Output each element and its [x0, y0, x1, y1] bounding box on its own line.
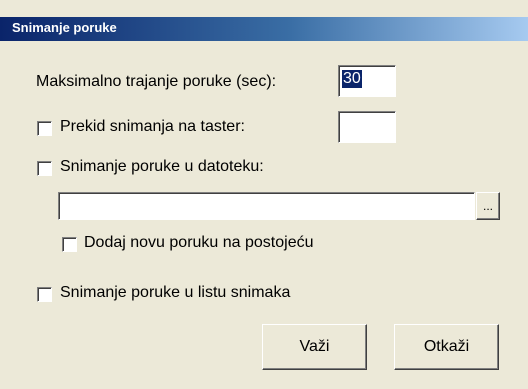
max-duration-value: 30 [342, 70, 362, 88]
interrupt-checkbox[interactable] [37, 121, 52, 136]
file-path-input[interactable] [58, 192, 475, 220]
cancel-button[interactable]: Otkaži [394, 324, 499, 370]
dialog-body: Maksimalno trajanje poruke (sec): 30 Pre… [0, 41, 528, 389]
dialog-window: Snimanje poruke Maksimalno trajanje poru… [0, 0, 528, 389]
title-bar[interactable]: Snimanje poruke [0, 17, 528, 41]
ok-button-label: Važi [299, 338, 330, 355]
max-duration-label: Maksimalno trajanje poruke (sec): [36, 73, 277, 90]
save-to-file-checkbox[interactable] [37, 161, 52, 176]
save-to-list-label: Snimanje poruke u listu snimaka [60, 284, 291, 301]
append-label: Dodaj novu poruku na postojeću [84, 234, 314, 251]
interrupt-label: Prekid snimanja na taster: [60, 118, 245, 135]
save-to-file-label: Snimanje poruke u datoteku: [60, 158, 264, 175]
browse-label: ... [482, 199, 493, 213]
ok-button[interactable]: Važi [262, 324, 367, 370]
max-duration-input[interactable]: 30 [338, 65, 396, 97]
save-to-list-checkbox[interactable] [37, 287, 52, 302]
cancel-button-label: Otkaži [423, 338, 470, 355]
browse-button[interactable]: ... [476, 192, 500, 220]
window-title: Snimanje poruke [12, 20, 117, 35]
interrupt-key-input[interactable] [338, 111, 396, 143]
append-checkbox[interactable] [62, 237, 77, 252]
